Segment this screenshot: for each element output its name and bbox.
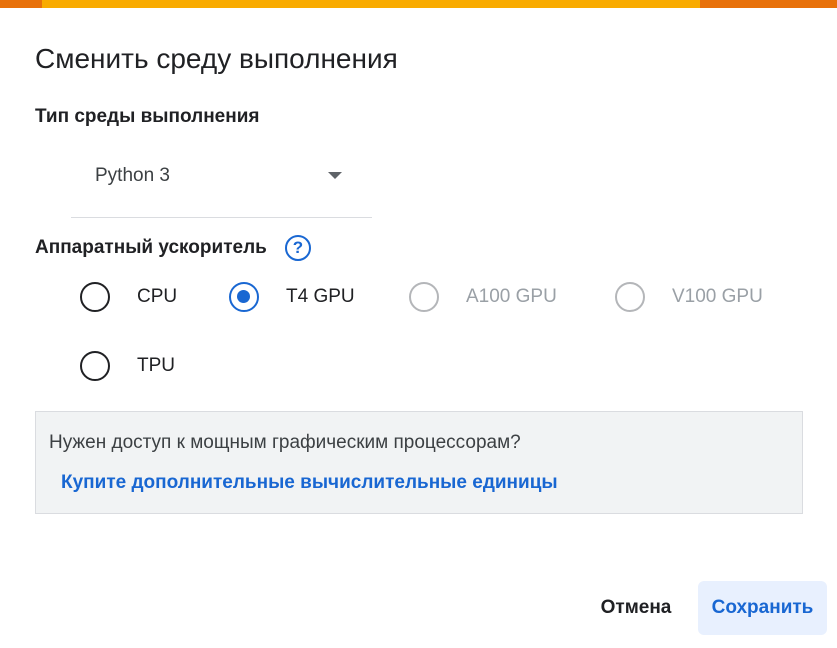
info-box-text: Нужен доступ к мощным графическим процес… bbox=[49, 432, 521, 453]
radio-label-tpu: TPU bbox=[137, 355, 175, 376]
radio-button-disabled-icon bbox=[409, 282, 439, 312]
buy-compute-units-link[interactable]: Купите дополнительные вычислительные еди… bbox=[61, 471, 558, 495]
radio-option-a100-gpu: A100 GPU bbox=[409, 277, 579, 317]
radio-button-disabled-icon bbox=[615, 282, 645, 312]
radio-label-t4-gpu: T4 GPU bbox=[286, 286, 355, 307]
radio-button-checked-icon bbox=[229, 282, 259, 312]
hardware-accelerator-label: Аппаратный ускоритель bbox=[35, 237, 267, 258]
radio-option-tpu[interactable]: TPU bbox=[80, 346, 190, 386]
radio-label-a100-gpu: A100 GPU bbox=[466, 286, 557, 307]
radio-label-cpu: CPU bbox=[137, 286, 178, 307]
runtime-type-label: Тип среды выполнения bbox=[35, 106, 260, 127]
radio-label-v100-gpu: V100 GPU bbox=[672, 286, 763, 307]
info-box: Нужен доступ к мощным графическим процес… bbox=[35, 411, 803, 514]
runtime-type-select[interactable]: Python 3 bbox=[71, 146, 372, 218]
runtime-type-value: Python 3 bbox=[95, 165, 170, 186]
radio-button-icon bbox=[80, 351, 110, 381]
radio-button-icon bbox=[80, 282, 110, 312]
cancel-button[interactable]: Отмена bbox=[584, 581, 688, 635]
radio-option-cpu[interactable]: CPU bbox=[80, 277, 190, 317]
change-runtime-dialog: Сменить среду выполнения Тип среды выпол… bbox=[0, 0, 837, 648]
radio-option-t4-gpu[interactable]: T4 GPU bbox=[229, 277, 369, 317]
radio-option-v100-gpu: V100 GPU bbox=[615, 277, 785, 317]
dropdown-arrow-icon bbox=[328, 172, 342, 179]
top-color-strip bbox=[0, 0, 837, 8]
dialog-title: Сменить среду выполнения bbox=[35, 43, 398, 74]
save-button[interactable]: Сохранить bbox=[698, 581, 827, 635]
help-circle-icon[interactable]: ? bbox=[285, 235, 311, 261]
